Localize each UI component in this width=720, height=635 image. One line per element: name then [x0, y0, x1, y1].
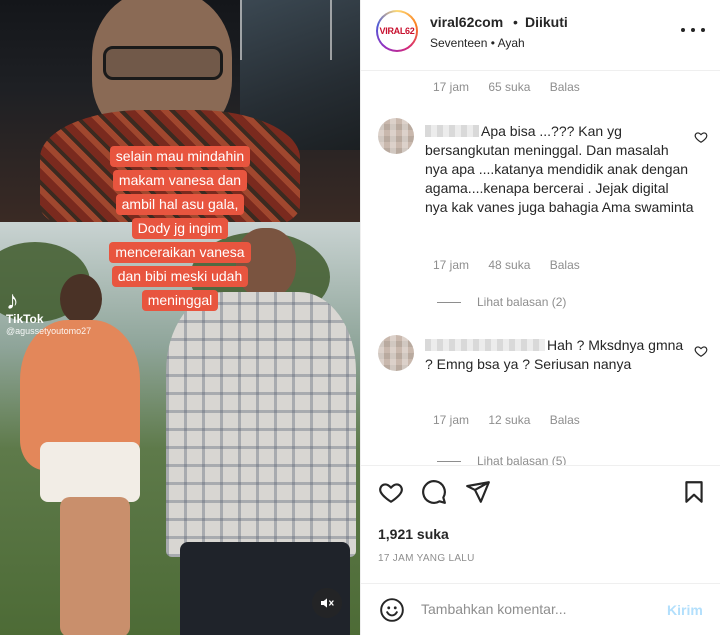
- avatar-logo-text: VIRAL62: [379, 26, 415, 36]
- comment-likes[interactable]: 12 suka: [488, 413, 530, 427]
- post-header: VIRAL62 viral62com • Diikuti Seventeen •…: [361, 0, 720, 71]
- commenter-username-blurred[interactable]: [425, 339, 545, 351]
- replies-dash: [437, 302, 461, 304]
- caption-line: makam vanesa dan: [112, 170, 248, 191]
- commenter-username-blurred[interactable]: [425, 125, 479, 137]
- speaker-muted-icon: [321, 598, 334, 608]
- post-actions: 1,921 suka 17 JAM YANG LALU: [361, 465, 720, 583]
- view-replies-label: Lihat balasan (2): [477, 295, 567, 309]
- reply-button[interactable]: Balas: [550, 258, 580, 272]
- caption-line: ambil hal asu gala,: [115, 194, 245, 215]
- comment-meta: 17 jam 48 suka Balas: [433, 258, 596, 272]
- comment-likes[interactable]: 65 suka: [488, 80, 530, 94]
- view-replies-button[interactable]: Lihat balasan (5): [437, 454, 566, 465]
- share-icon[interactable]: [465, 479, 491, 505]
- tiktok-label: TikTok: [6, 312, 44, 326]
- separator-dot: •: [513, 14, 518, 30]
- commenter-avatar[interactable]: [378, 118, 414, 154]
- mute-button[interactable]: [312, 588, 342, 618]
- caption-line: dan bibi meski udah: [111, 266, 249, 287]
- glasses: [103, 46, 223, 80]
- more-options-icon[interactable]: [681, 22, 705, 38]
- woman-legs: [60, 497, 130, 635]
- comment-body: Hah ? Mksdnya gmna ? Emng bsa ya ? Seriu…: [425, 336, 687, 374]
- username-link[interactable]: viral62com: [430, 14, 503, 30]
- view-replies-button[interactable]: Lihat balasan (2): [437, 295, 566, 309]
- tiktok-watermark: ♪ TikTok @agussetyoutomo27: [6, 285, 92, 336]
- replies-dash: [437, 461, 461, 463]
- comment-body: Apa bisa ...??? Kan yg bersangkutan meni…: [425, 122, 695, 217]
- comment-input[interactable]: [421, 601, 651, 617]
- like-count[interactable]: 1,921 suka: [378, 526, 449, 542]
- post-comment-button[interactable]: Kirim: [667, 602, 703, 618]
- view-replies-label: Lihat balasan (5): [477, 454, 567, 465]
- comment-time: 17 jam: [433, 413, 470, 427]
- post-media[interactable]: selain mau mindahin makam vanesa dan amb…: [0, 0, 360, 635]
- background-cord: [330, 0, 332, 60]
- caption-line: menceraikan vanesa: [109, 242, 251, 263]
- post-side-panel: VIRAL62 viral62com • Diikuti Seventeen •…: [360, 0, 720, 635]
- follow-status-button[interactable]: Diikuti: [525, 14, 568, 30]
- audio-subtitle-link[interactable]: Seventeen • Ayah: [430, 36, 525, 50]
- emoji-icon[interactable]: [379, 597, 405, 623]
- background-cord: [240, 0, 242, 60]
- man-plaid-shirt: [166, 292, 356, 557]
- woman-white-shorts: [40, 442, 140, 502]
- comment-time: 17 jam: [433, 80, 470, 94]
- comment-likes[interactable]: 48 suka: [488, 258, 530, 272]
- heart-icon[interactable]: [378, 479, 404, 505]
- comment-meta: 17 jam 65 suka Balas: [433, 80, 596, 94]
- profile-avatar[interactable]: VIRAL62: [376, 10, 418, 52]
- post-timestamp[interactable]: 17 JAM YANG LALU: [378, 553, 475, 564]
- bookmark-icon[interactable]: [681, 479, 707, 505]
- comment-time: 17 jam: [433, 258, 470, 272]
- tiktok-note-icon: ♪: [6, 285, 19, 315]
- tiktok-handle: @agussetyoutomo27: [6, 326, 92, 336]
- commenter-avatar[interactable]: [378, 335, 414, 371]
- avatar-inner: VIRAL62: [378, 12, 416, 50]
- comment-icon[interactable]: [421, 479, 447, 505]
- reply-button[interactable]: Balas: [550, 413, 580, 427]
- comments-list[interactable]: 17 jam 65 suka Balas Apa bisa ...??? Kan…: [361, 72, 720, 465]
- comment-like-heart-icon[interactable]: [694, 130, 708, 144]
- caption-line: Dody jg ingim: [131, 218, 229, 239]
- comment-like-heart-icon[interactable]: [694, 344, 708, 358]
- comment-meta: 17 jam 12 suka Balas: [433, 413, 596, 427]
- caption-line: selain mau mindahin: [109, 146, 251, 167]
- caption-line: meninggal: [141, 290, 219, 311]
- add-comment-bar: Kirim: [361, 583, 720, 635]
- reply-button[interactable]: Balas: [550, 80, 580, 94]
